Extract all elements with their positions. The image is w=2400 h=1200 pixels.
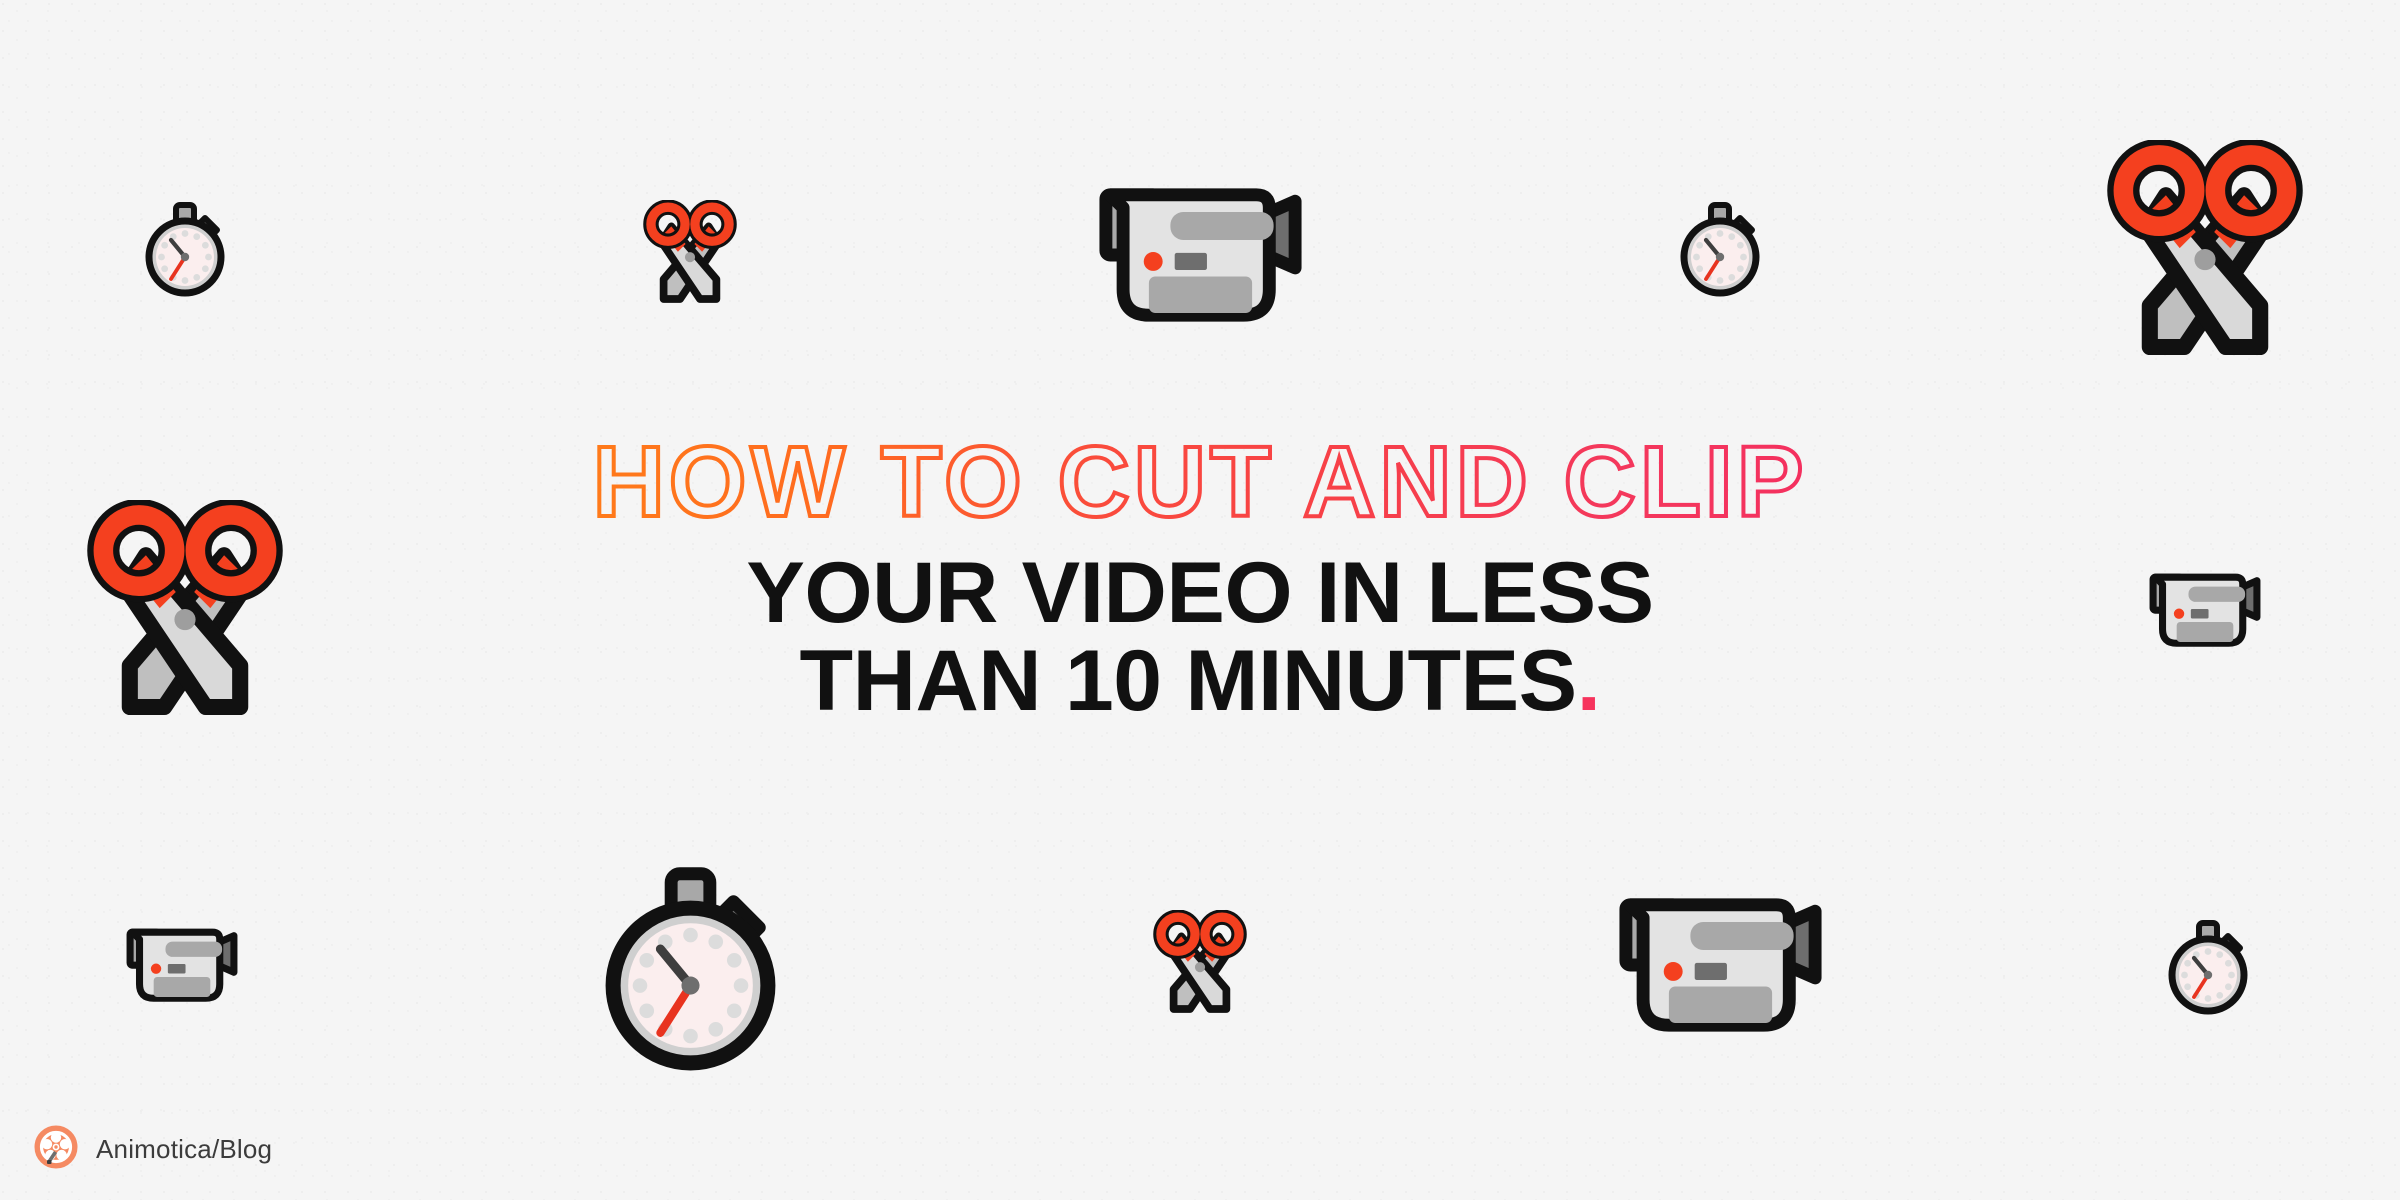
page-subtitle-line-2: THAN 10 MINUTES (799, 632, 1578, 729)
page-subtitle: YOUR VIDEO IN LESS THAN 10 MINUTES. (0, 545, 2400, 726)
page-subtitle-line-2-wrap: THAN 10 MINUTES. (0, 637, 2400, 726)
scissors-icon (635, 199, 745, 315)
banner-canvas: HOW TO CUT AND CLIP YOUR VIDEO IN LESS T… (0, 0, 2400, 1200)
video-camera-icon (123, 918, 241, 1017)
scissors-icon (2090, 138, 2320, 375)
page-title: HOW TO CUT AND CLIP (591, 430, 1808, 540)
stopwatch-icon (135, 200, 235, 305)
stopwatch-icon (583, 863, 798, 1083)
stopwatch-icon (2158, 918, 2258, 1023)
film-reel-icon (34, 1125, 78, 1174)
footer-branding[interactable]: Animotica/Blog (34, 1125, 272, 1174)
video-camera-icon (1093, 169, 1308, 346)
page-title-text: HOW TO CUT AND CLIP (593, 430, 1808, 538)
footer-label: Animotica/Blog (96, 1134, 273, 1164)
scissors-icon (1145, 909, 1255, 1025)
page-subtitle-period: . (1576, 632, 1601, 729)
stopwatch-icon (1670, 200, 1770, 305)
page-subtitle-line-1: YOUR VIDEO IN LESS (746, 545, 1654, 641)
headline-block: HOW TO CUT AND CLIP YOUR VIDEO IN LESS T… (0, 430, 2400, 725)
video-camera-icon (1613, 879, 1828, 1056)
